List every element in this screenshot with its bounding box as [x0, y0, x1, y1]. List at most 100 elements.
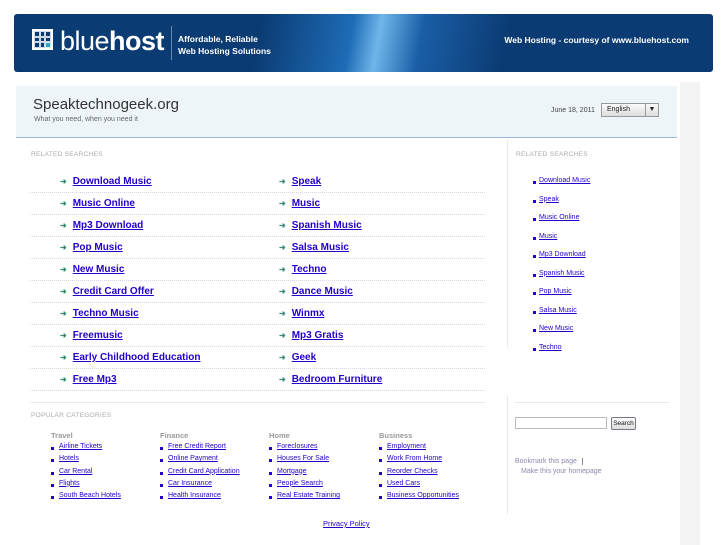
sidebar-related-link[interactable]: Pop Music: [539, 288, 572, 295]
related-item: ➜ Mp3 Download: [60, 215, 143, 237]
sidebar-related-link[interactable]: Speak: [539, 196, 559, 203]
sidebar-list-item: Pop Music: [533, 288, 572, 295]
sidebar-related-link[interactable]: Music: [539, 233, 557, 240]
related-link[interactable]: Dance Music: [292, 286, 353, 297]
sidebar-related-link[interactable]: Music Online: [539, 214, 579, 221]
related-link[interactable]: Spanish Music: [292, 220, 362, 231]
category-link[interactable]: Reorder Checks: [387, 468, 438, 475]
related-link[interactable]: Download Music: [73, 176, 152, 187]
category-item: Employment: [379, 443, 426, 450]
category-item: Work From Home: [379, 455, 442, 463]
privacy-policy-link[interactable]: Privacy Policy: [323, 519, 370, 528]
category-link[interactable]: People Search: [277, 480, 323, 487]
homepage-link[interactable]: Make this your homepage: [521, 468, 602, 475]
category-link[interactable]: Car Insurance: [168, 480, 212, 487]
bluehost-logo-icon: [32, 29, 53, 50]
category-link[interactable]: Employment: [387, 443, 426, 450]
sidebar-list-item: Download Music: [533, 177, 590, 184]
category-item: Business Opportunities: [379, 492, 459, 500]
category-title: Home: [269, 431, 290, 440]
arrow-icon: ➜: [279, 265, 286, 274]
arrow-icon: ➜: [279, 221, 286, 230]
date: June 18, 2011: [551, 107, 595, 114]
category-link[interactable]: Airline Tickets: [59, 443, 102, 450]
arrow-icon: ➜: [279, 375, 286, 384]
sidebar-related-link[interactable]: Techno: [539, 344, 562, 351]
related-link[interactable]: New Music: [73, 264, 125, 275]
related-item: ➜ Free Mp3: [60, 369, 117, 391]
category-link[interactable]: Hotels: [59, 455, 79, 462]
category-link[interactable]: South Beach Hotels: [59, 492, 121, 499]
category-link[interactable]: Health Insurance: [168, 492, 221, 499]
category-item: Flights: [51, 480, 80, 487]
bluehost-banner[interactable]: bluehost Affordable, Reliable Web Hosting…: [14, 14, 713, 72]
category-link[interactable]: Used Cars: [387, 480, 420, 487]
tagline-line-1: Affordable, Reliable: [178, 34, 258, 44]
bookmark-link[interactable]: Bookmark this page: [515, 458, 583, 465]
sidebar-related-link[interactable]: Spanish Music: [539, 270, 585, 277]
sidebar-related-link[interactable]: Mp3 Download: [539, 251, 586, 258]
search-input[interactable]: [515, 417, 607, 429]
related-link[interactable]: Techno: [292, 264, 327, 275]
language-select[interactable]: English ▼: [601, 103, 659, 117]
category-link[interactable]: Business Opportunities: [387, 492, 459, 499]
arrow-icon: ➜: [60, 375, 67, 384]
category-link[interactable]: Flights: [59, 480, 80, 487]
sidebar-related-link[interactable]: Download Music: [539, 177, 590, 184]
related-link[interactable]: Techno Music: [73, 308, 139, 319]
related-link[interactable]: Early Childhood Education: [73, 352, 201, 363]
category-link[interactable]: Work From Home: [387, 455, 442, 462]
category-link[interactable]: Credit Card Application: [168, 468, 240, 475]
sidebar-related-link[interactable]: Salsa Music: [539, 307, 577, 314]
search-button[interactable]: Search: [611, 417, 636, 430]
category-item: Foreclosures: [269, 443, 317, 450]
category-item: Hotels: [51, 455, 79, 463]
category-item: Airline Tickets: [51, 443, 102, 450]
sidebar-list-item: Mp3 Download: [533, 251, 586, 258]
related-row: ➜ Free Mp3 ➜ Bedroom Furniture: [30, 369, 485, 391]
arrow-icon: ➜: [60, 353, 67, 362]
category-link[interactable]: Foreclosures: [277, 443, 317, 450]
arrow-icon: ➜: [279, 331, 286, 340]
category-link[interactable]: Free Credit Report: [168, 443, 226, 450]
language-value: English: [607, 106, 630, 113]
sidebar-list-item: Speak: [533, 196, 559, 203]
related-item: ➜ Download Music: [60, 171, 152, 193]
related-link[interactable]: Bedroom Furniture: [292, 374, 383, 385]
related-link[interactable]: Speak: [292, 176, 321, 187]
section-divider: [30, 402, 485, 403]
related-link[interactable]: Freemusic: [73, 330, 123, 341]
category-link[interactable]: Real Estate Training: [277, 492, 340, 499]
related-row: ➜ Techno Music ➜ Winmx: [30, 303, 485, 325]
related-link[interactable]: Credit Card Offer: [73, 286, 154, 297]
page-header: Speaktechnogeek.org What you need, when …: [16, 86, 677, 138]
related-link[interactable]: Mp3 Gratis: [292, 330, 344, 341]
sidebar-list-item: Techno: [533, 344, 562, 351]
related-link[interactable]: Free Mp3: [73, 374, 117, 385]
arrow-icon: ➜: [60, 199, 67, 208]
sidebar-related-link[interactable]: New Music: [539, 325, 573, 332]
sidebar-list-item: New Music: [533, 325, 573, 332]
related-link[interactable]: Music Online: [73, 198, 135, 209]
chevron-down-icon[interactable]: ▼: [645, 104, 658, 116]
related-link[interactable]: Mp3 Download: [73, 220, 144, 231]
category-link[interactable]: Online Payment: [168, 455, 218, 462]
related-item: ➜ Speak: [279, 171, 321, 193]
related-link[interactable]: Winmx: [292, 308, 325, 319]
related-item: ➜ Mp3 Gratis: [279, 325, 343, 347]
tagline-line-2: Web Hosting Solutions: [178, 46, 271, 56]
related-link[interactable]: Salsa Music: [292, 242, 349, 253]
category-item: Car Rental: [51, 468, 92, 475]
category-link[interactable]: Mortgage: [277, 468, 307, 475]
courtesy-text: Web Hosting - courtesy of www.bluehost.c…: [504, 35, 689, 45]
sidebar-related-heading: RELATED SEARCHES: [516, 151, 588, 158]
category-link[interactable]: Houses For Sale: [277, 455, 329, 462]
related-item: ➜ Winmx: [279, 303, 324, 325]
related-link[interactable]: Pop Music: [73, 242, 123, 253]
related-row: ➜ Download Music ➜ Speak: [30, 171, 485, 193]
logo-bold: host: [109, 26, 165, 56]
category-link[interactable]: Car Rental: [59, 468, 92, 475]
related-link[interactable]: Geek: [292, 352, 316, 363]
related-item: ➜ Geek: [279, 347, 316, 369]
related-link[interactable]: Music: [292, 198, 320, 209]
